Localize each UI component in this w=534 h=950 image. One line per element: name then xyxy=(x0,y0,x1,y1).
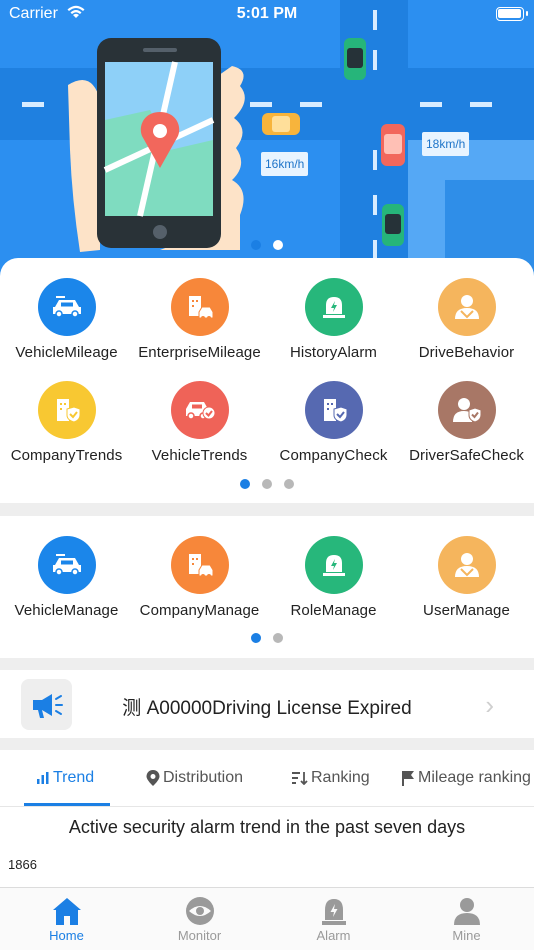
building-car-icon xyxy=(170,278,229,336)
menu-item-label: VehicleMileage xyxy=(15,344,118,361)
flag-icon xyxy=(402,771,414,786)
menu-item-company-check[interactable]: CompanyCheck xyxy=(267,381,400,464)
menu-item-label: CompanyManage xyxy=(139,602,260,619)
driver-icon xyxy=(437,536,496,594)
driver-shield-icon xyxy=(437,381,496,439)
location-pin-icon xyxy=(146,770,160,786)
menu-item-company-trends[interactable]: CompanyTrends xyxy=(0,381,133,464)
nav-label: Home xyxy=(49,928,84,943)
menu-item-vehicle-manage[interactable]: VehicleManage xyxy=(0,536,133,619)
nav-home[interactable]: Home xyxy=(0,896,133,943)
speed-tag-right: 18km/h xyxy=(422,132,470,156)
menu-item-label: UserManage xyxy=(423,602,510,619)
menu-item-label: DriveBehavior xyxy=(418,344,515,361)
battery-icon xyxy=(496,7,528,21)
tab-label: Distribution xyxy=(163,769,244,786)
status-bar: Carrier 5:01 PM xyxy=(0,0,534,28)
banner-dot-1[interactable] xyxy=(251,240,261,250)
car-check-icon xyxy=(170,381,229,439)
nav-mine[interactable]: Mine xyxy=(400,896,533,943)
quick-menu-pager[interactable] xyxy=(240,479,294,489)
menu-item-role-manage[interactable]: RoleManage xyxy=(267,536,400,619)
menu-item-label: CompanyTrends xyxy=(10,447,123,464)
menu-item-company-manage[interactable]: CompanyManage xyxy=(133,536,266,619)
nav-label: Monitor xyxy=(177,928,222,943)
eye-icon xyxy=(185,897,214,925)
car-green-top xyxy=(344,38,366,80)
trend-chart: Active security alarm trend in the past … xyxy=(0,807,534,887)
menu-item-label: CompanyCheck xyxy=(279,447,388,464)
chart-title: Active security alarm trend in the past … xyxy=(68,817,466,837)
menu-item-user-manage[interactable]: UserManage xyxy=(400,536,533,619)
menu-item-label: HistoryAlarm xyxy=(289,344,378,361)
notice-bar[interactable]: 测 A00000Driving License Expired › xyxy=(0,670,534,738)
nav-monitor[interactable]: Monitor xyxy=(133,896,266,943)
clock: 5:01 PM xyxy=(236,5,298,22)
menu-item-vehicle-mileage[interactable]: VehicleMileage xyxy=(0,278,133,361)
alarm-icon xyxy=(321,899,346,925)
pager-dot-2[interactable] xyxy=(273,633,283,643)
pager-dot-1[interactable] xyxy=(251,633,261,643)
pager-dot-3[interactable] xyxy=(284,479,294,489)
tab-label: Trend xyxy=(53,769,95,786)
tab-distribution[interactable]: Distribution xyxy=(146,769,243,787)
nav-label: Alarm xyxy=(316,928,351,943)
notice-text: 测 A00000Driving License Expired xyxy=(122,698,412,719)
active-tab-indicator xyxy=(24,803,110,806)
quick-menu-card: VehicleMileage EnterpriseMileage History… xyxy=(0,258,534,503)
menu-item-enterprise-mileage[interactable]: EnterpriseMileage xyxy=(133,278,266,361)
pager-dot-2[interactable] xyxy=(262,479,272,489)
banner-pager[interactable] xyxy=(251,240,283,250)
chart-axis-max-label: 1866 xyxy=(8,857,37,872)
driver-icon xyxy=(437,278,496,336)
menu-item-label: RoleManage xyxy=(290,602,377,619)
pager-dot-1[interactable] xyxy=(240,479,250,489)
nav-label: Mine xyxy=(452,928,481,943)
car-yellow xyxy=(262,113,300,135)
tab-mileage-ranking[interactable]: Mileage ranking xyxy=(401,769,531,787)
menu-item-history-alarm[interactable]: HistoryAlarm xyxy=(267,278,400,361)
bottom-tab-bar: Home Monitor Alarm Mine xyxy=(0,887,534,950)
stats-tabs: Trend Distribution Ranking Mileage ranki… xyxy=(0,750,534,807)
menu-item-drive-behavior[interactable]: DriveBehavior xyxy=(400,278,533,361)
car-red xyxy=(381,124,405,166)
home-icon xyxy=(52,898,81,925)
car-icon xyxy=(37,278,96,336)
tab-label: Mileage ranking xyxy=(418,769,531,786)
menu-item-label: VehicleTrends xyxy=(151,447,248,464)
manage-menu-card: VehicleManage CompanyManage RoleManage U… xyxy=(0,516,534,658)
nav-alarm[interactable]: Alarm xyxy=(267,896,400,943)
manage-menu-pager[interactable] xyxy=(251,633,283,643)
menu-item-label: DriverSafeCheck xyxy=(409,447,524,464)
menu-item-label: VehicleManage xyxy=(14,602,119,619)
menu-item-vehicle-trends[interactable]: VehicleTrends xyxy=(133,381,266,464)
tab-ranking[interactable]: Ranking xyxy=(292,769,370,787)
siren-icon xyxy=(304,278,363,336)
speed-tag-left: 16km/h xyxy=(261,152,309,176)
bar-chart-icon xyxy=(37,772,49,784)
menu-item-driver-safe-check[interactable]: DriverSafeCheck xyxy=(400,381,533,464)
sort-icon xyxy=(292,772,308,785)
car-icon xyxy=(37,536,96,594)
banner-carousel[interactable]: Carrier 5:01 PM 16km/h 18km/h xyxy=(0,0,534,290)
menu-item-label: EnterpriseMileage xyxy=(138,344,261,361)
building-car-icon xyxy=(170,536,229,594)
building-check-icon xyxy=(37,381,96,439)
banner-dot-2[interactable] xyxy=(273,240,283,250)
siren-icon xyxy=(304,536,363,594)
building-shield-icon xyxy=(304,381,363,439)
tab-trend[interactable]: Trend xyxy=(36,769,94,787)
chevron-right-icon[interactable]: › xyxy=(485,690,494,721)
tab-label: Ranking xyxy=(311,769,370,786)
user-icon xyxy=(453,898,480,925)
car-green-bottom xyxy=(382,204,404,246)
